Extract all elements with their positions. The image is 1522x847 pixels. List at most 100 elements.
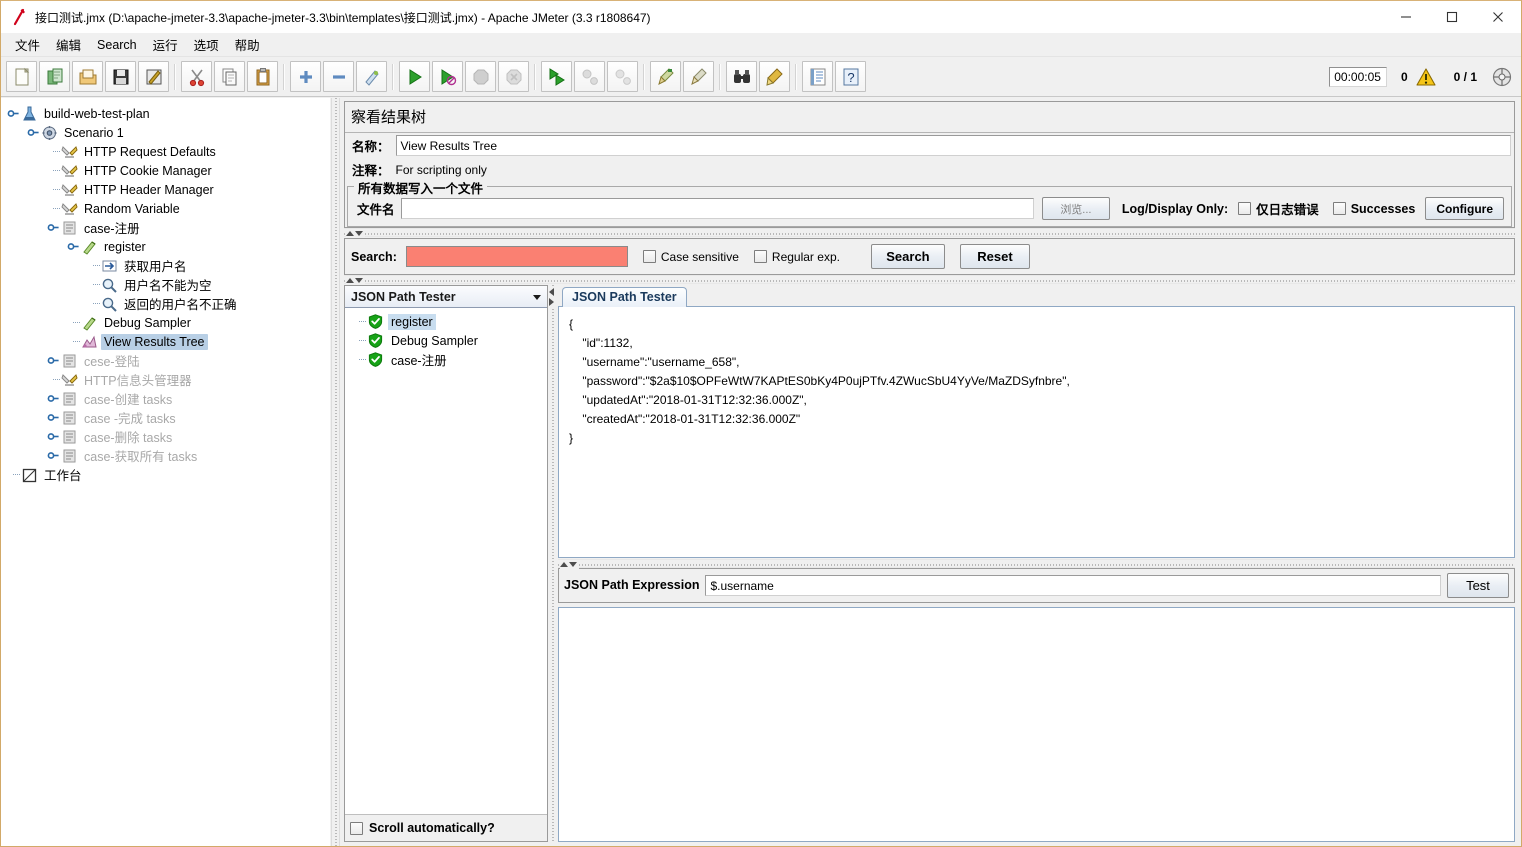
- renderer-combo[interactable]: JSON Path Tester: [345, 286, 547, 308]
- paste-button[interactable]: [247, 61, 278, 92]
- start-no-pauses-button[interactable]: [432, 61, 463, 92]
- errors-only-checkbox-row[interactable]: 仅日志错误: [1238, 199, 1319, 218]
- tree-item[interactable]: Debug Sampler: [7, 313, 330, 332]
- search-reset-button-2[interactable]: Reset: [959, 244, 1030, 269]
- stop-remote-button[interactable]: [574, 61, 605, 92]
- templates-button[interactable]: [39, 61, 70, 92]
- tree-item[interactable]: case-获取所有 tasks: [7, 446, 330, 465]
- case-sensitive-checkbox[interactable]: [642, 250, 656, 263]
- tree-item[interactable]: HTTP Header Manager: [7, 180, 330, 199]
- clear-button[interactable]: [650, 61, 681, 92]
- horizontal-splitter-bottom[interactable]: [344, 275, 1515, 285]
- result-item[interactable]: case-注册: [353, 350, 547, 369]
- copy-button[interactable]: [214, 61, 245, 92]
- tree-item[interactable]: 返回的用户名不正确: [7, 294, 330, 313]
- connections-sphere-icon[interactable]: [1491, 66, 1513, 88]
- help-button[interactable]: ?: [835, 61, 866, 92]
- json-path-expression-input[interactable]: $.username: [705, 574, 1441, 596]
- toggle-icon-button[interactable]: [356, 61, 387, 92]
- json-path-result-box[interactable]: [558, 606, 1515, 842]
- warning-triangle-icon[interactable]: [1415, 67, 1437, 87]
- collapse-all-button[interactable]: [323, 61, 354, 92]
- tree-item[interactable]: 用户名不能为空: [7, 275, 330, 294]
- case-sensitive-checkbox-row[interactable]: Case sensitive: [642, 250, 739, 264]
- browse-button[interactable]: 浏览...: [1041, 197, 1110, 220]
- vertical-splitter-results[interactable]: [548, 285, 558, 842]
- tree-expand-knob-open[interactable]: [7, 107, 20, 120]
- maximize-button[interactable]: [1429, 1, 1475, 33]
- tree-item[interactable]: case-注册: [7, 218, 330, 237]
- chevron-down-icon[interactable]: [527, 287, 547, 307]
- errors-only-checkbox[interactable]: [1238, 202, 1252, 215]
- new-button[interactable]: [6, 61, 37, 92]
- collapse-down-icon-3[interactable]: [569, 561, 577, 567]
- shutdown-button[interactable]: [498, 61, 529, 92]
- test-plan-tree[interactable]: build-web-test-plan Scenario 1 HTTP Reques…: [1, 98, 330, 484]
- tree-expand-knob-closed[interactable]: [47, 354, 60, 367]
- tree-item[interactable]: case-删除 tasks: [7, 427, 330, 446]
- stop-button[interactable]: [465, 61, 496, 92]
- collapse-down-icon-2[interactable]: [355, 278, 363, 283]
- successes-checkbox-row[interactable]: Successes: [1332, 202, 1415, 216]
- configure-button[interactable]: Configure: [1425, 197, 1504, 220]
- cut-button[interactable]: [181, 61, 212, 92]
- close-button[interactable]: [1475, 1, 1521, 33]
- tree-item[interactable]: HTTP Cookie Manager: [7, 161, 330, 180]
- menu-search[interactable]: Search: [89, 35, 145, 55]
- collapse-up-icon-3[interactable]: [560, 561, 568, 567]
- test-button[interactable]: Test: [1447, 572, 1509, 598]
- collapse-down-icon[interactable]: [355, 231, 363, 236]
- tree-expand-knob-closed[interactable]: [47, 430, 60, 443]
- scroll-automatically-row[interactable]: Scroll automatically?: [345, 814, 547, 841]
- menu-file[interactable]: 文件: [7, 32, 48, 57]
- start-remote-button[interactable]: [541, 61, 572, 92]
- comment-value[interactable]: For scripting only: [396, 163, 487, 177]
- expand-all-button[interactable]: [290, 61, 321, 92]
- tab-json-path-tester[interactable]: JSON Path Tester: [562, 287, 687, 307]
- filename-input[interactable]: [400, 198, 1034, 219]
- tree-item[interactable]: case-创建 tasks: [7, 389, 330, 408]
- search-button[interactable]: [726, 61, 757, 92]
- horizontal-splitter-detail[interactable]: [558, 558, 1515, 569]
- tree-item[interactable]: HTTP Request Defaults: [7, 142, 330, 161]
- collapse-up-icon-2[interactable]: [346, 278, 354, 283]
- collapse-right-icon[interactable]: [549, 298, 554, 306]
- vertical-splitter-main[interactable]: [331, 98, 340, 846]
- tree-item[interactable]: View Results Tree: [7, 332, 330, 351]
- name-input[interactable]: View Results Tree: [395, 135, 1511, 156]
- search-reset-button[interactable]: [759, 61, 790, 92]
- save-as-button[interactable]: [138, 61, 169, 92]
- save-button[interactable]: [105, 61, 136, 92]
- search-submit-button[interactable]: Search: [870, 244, 945, 269]
- tree-expand-knob-closed[interactable]: [47, 392, 60, 405]
- menu-edit[interactable]: 编辑: [48, 32, 89, 57]
- shutdown-remote-button[interactable]: [607, 61, 638, 92]
- json-response-body[interactable]: { "id":1132, "username":"username_658", …: [558, 306, 1515, 558]
- tree-expand-knob-closed[interactable]: [47, 449, 60, 462]
- tree-item[interactable]: 获取用户名: [7, 256, 330, 275]
- results-tree[interactable]: register Debug Sampler case-注册: [345, 308, 547, 814]
- clear-all-button[interactable]: [683, 61, 714, 92]
- successes-checkbox[interactable]: [1332, 202, 1346, 215]
- tree-expand-knob-open[interactable]: [27, 126, 40, 139]
- tree-item[interactable]: Scenario 1: [7, 123, 330, 142]
- regex-checkbox-row[interactable]: Regular exp.: [753, 250, 840, 264]
- function-helper-button[interactable]: [802, 61, 833, 92]
- tree-item[interactable]: 工作台: [7, 465, 330, 484]
- splitter-top-arrows[interactable]: [346, 229, 365, 238]
- search-input[interactable]: [405, 246, 628, 267]
- collapse-left-icon[interactable]: [549, 288, 554, 296]
- tree-expand-knob-closed[interactable]: [47, 411, 60, 424]
- tree-item[interactable]: case -完成 tasks: [7, 408, 330, 427]
- regex-checkbox[interactable]: [753, 250, 767, 263]
- tree-item[interactable]: register: [7, 237, 330, 256]
- menu-help[interactable]: 帮助: [227, 32, 268, 57]
- collapse-up-icon[interactable]: [346, 231, 354, 236]
- menu-options[interactable]: 选项: [186, 32, 227, 57]
- results-splitter-arrows[interactable]: [549, 287, 554, 307]
- tree-expand-knob-open[interactable]: [67, 240, 80, 253]
- splitter-bottom-arrows[interactable]: [346, 276, 365, 285]
- tree-item[interactable]: cese-登陆: [7, 351, 330, 370]
- horizontal-splitter-top[interactable]: [344, 228, 1515, 238]
- tree-item[interactable]: Random Variable: [7, 199, 330, 218]
